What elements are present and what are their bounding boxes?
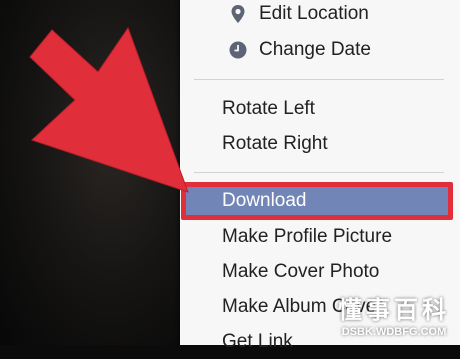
watermark: 懂事百科 DSBK.WDBFG.COM <box>334 297 454 339</box>
watermark-url: DSBK.WDBFG.COM <box>341 326 447 338</box>
watermark-title: 懂事百科 <box>338 297 450 324</box>
pointer-arrow-icon <box>29 26 189 193</box>
